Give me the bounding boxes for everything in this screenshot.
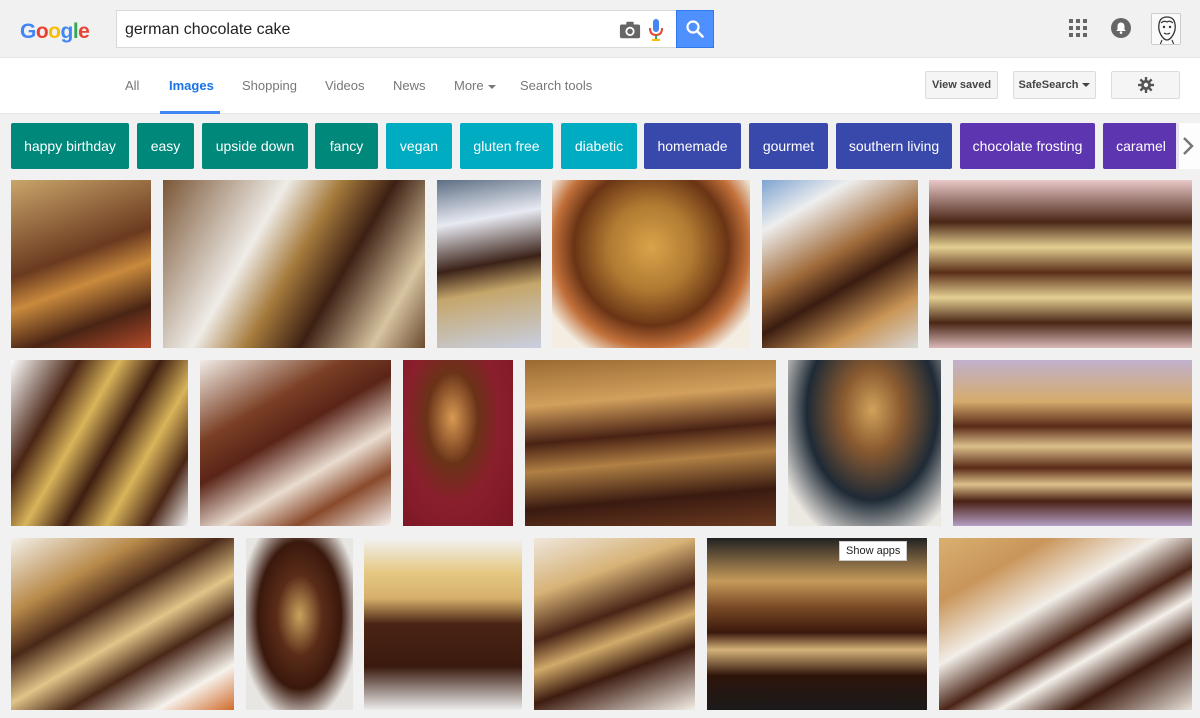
image-result[interactable]: [11, 360, 188, 526]
microphone-icon[interactable]: [648, 18, 664, 42]
image-result[interactable]: [707, 538, 927, 710]
chip[interactable]: vegan: [386, 123, 452, 169]
image-result[interactable]: [788, 360, 941, 526]
tab-search-tools[interactable]: Search tools: [520, 78, 592, 93]
chip[interactable]: gluten free: [460, 123, 553, 169]
chip[interactable]: upside down: [202, 123, 308, 169]
view-saved-button[interactable]: View saved: [925, 71, 998, 99]
chevron-down-icon: [487, 84, 496, 89]
settings-button[interactable]: [1111, 71, 1180, 99]
search-box[interactable]: [116, 10, 677, 48]
image-result[interactable]: [403, 360, 513, 526]
logo-letter: o: [35, 20, 49, 43]
image-result[interactable]: [246, 538, 353, 710]
show-apps-tooltip: Show apps: [839, 541, 908, 561]
logo-letter: e: [78, 20, 90, 43]
image-result[interactable]: [200, 360, 391, 526]
image-result[interactable]: [552, 180, 750, 348]
avatar-face-icon: [1152, 14, 1180, 44]
image-result[interactable]: [163, 180, 425, 348]
chip[interactable]: easy: [137, 123, 194, 169]
camera-icon[interactable]: [619, 20, 641, 40]
chip[interactable]: fancy: [315, 123, 378, 169]
gear-icon: [1137, 77, 1154, 93]
chip[interactable]: southern living: [836, 123, 952, 169]
google-logo[interactable]: Google: [20, 20, 90, 44]
search-icon: [686, 20, 704, 38]
tab-videos[interactable]: Videos: [325, 78, 365, 93]
tab-more-label: More: [454, 78, 484, 93]
logo-letter: o: [48, 20, 61, 43]
apps-grid-icon[interactable]: [1069, 19, 1087, 37]
image-result[interactable]: [762, 180, 918, 348]
image-result[interactable]: [525, 360, 776, 526]
tab-images[interactable]: Images: [169, 78, 214, 93]
notifications-bell-icon[interactable]: [1111, 18, 1131, 38]
logo-letter: g: [60, 20, 74, 43]
image-result[interactable]: [437, 180, 541, 348]
chip[interactable]: gourmet: [749, 123, 828, 169]
safesearch-button[interactable]: SafeSearch: [1013, 71, 1096, 99]
chip[interactable]: homemade: [644, 123, 741, 169]
image-result[interactable]: [364, 538, 522, 710]
chip[interactable]: diabetic: [561, 123, 637, 169]
related-searches-chips: happy birthday easy upside down fancy ve…: [0, 114, 1200, 176]
image-results-grid: Show apps: [0, 176, 1200, 718]
image-result[interactable]: [11, 180, 151, 348]
chevron-down-icon: [1082, 83, 1091, 87]
tab-shopping[interactable]: Shopping: [242, 78, 297, 93]
chevron-right-icon: [1183, 137, 1194, 155]
header: Google: [0, 0, 1200, 58]
image-result[interactable]: [953, 360, 1192, 526]
chips-next-button[interactable]: [1176, 123, 1200, 169]
safesearch-label: SafeSearch: [1018, 79, 1079, 91]
tab-more[interactable]: More: [454, 78, 496, 93]
chip[interactable]: caramel: [1103, 123, 1179, 169]
image-result[interactable]: [534, 538, 695, 710]
logo-letter: G: [20, 20, 36, 43]
chip[interactable]: chocolate frosting: [960, 123, 1095, 169]
search-tabs-bar: All Images Shopping Videos News More Sea…: [0, 58, 1200, 114]
tab-all[interactable]: All: [125, 78, 139, 93]
avatar[interactable]: [1151, 13, 1181, 45]
search-input[interactable]: [125, 19, 605, 41]
search-button[interactable]: [676, 10, 714, 48]
tab-news[interactable]: News: [393, 78, 426, 93]
image-result[interactable]: [929, 180, 1192, 348]
chip[interactable]: happy birthday: [11, 123, 129, 169]
image-result[interactable]: [939, 538, 1192, 710]
image-result[interactable]: [11, 538, 234, 710]
